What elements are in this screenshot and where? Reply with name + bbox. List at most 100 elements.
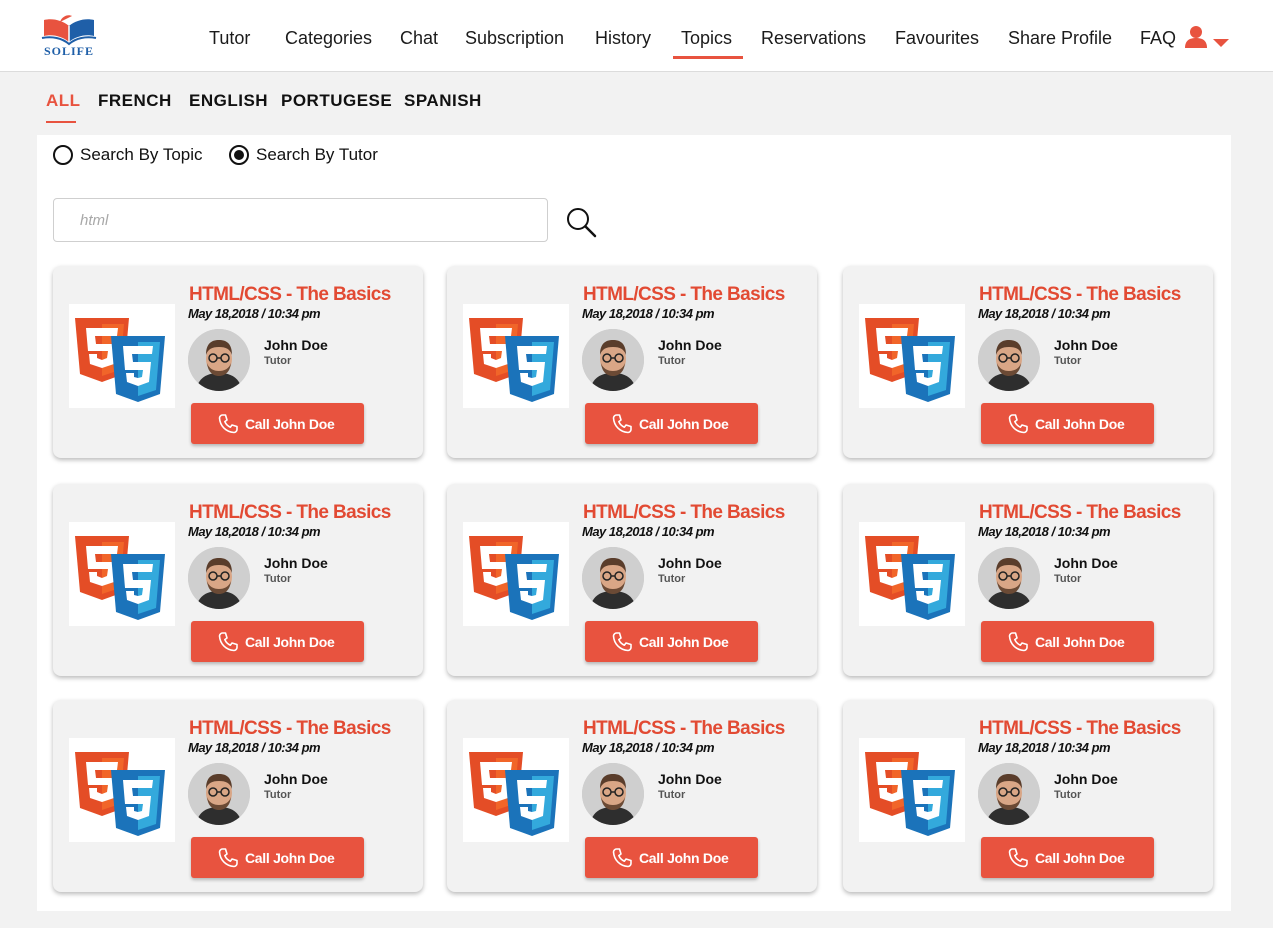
call-button-label: Call John Doe [245, 849, 335, 866]
tutor-avatar [582, 547, 644, 609]
tutor-role: Tutor [264, 573, 292, 585]
tutor-name: John Doe [1054, 337, 1118, 353]
html5-css3-icon [469, 318, 559, 402]
card-title[interactable]: HTML/CSS - The Basics [979, 502, 1181, 524]
topic-card: HTML/CSS - The Basics May 18,2018 / 10:3… [447, 484, 817, 676]
html5-css3-icon [865, 536, 955, 620]
search-button[interactable] [564, 205, 598, 239]
html5-css3-logo [69, 304, 175, 408]
tutor-name: John Doe [1054, 771, 1118, 787]
topic-card: HTML/CSS - The Basics May 18,2018 / 10:3… [53, 700, 423, 892]
html5-css3-logo [69, 738, 175, 842]
nav-history[interactable]: History [595, 28, 651, 49]
phone-icon [1008, 847, 1028, 867]
radio-label: Search By Tutor [256, 145, 378, 164]
call-tutor-button[interactable]: Call John Doe [191, 621, 364, 662]
html5-css3-logo [463, 522, 569, 626]
topic-card: HTML/CSS - The Basics May 18,2018 / 10:3… [53, 266, 423, 458]
topic-card: HTML/CSS - The Basics May 18,2018 / 10:3… [447, 700, 817, 892]
call-tutor-button[interactable]: Call John Doe [585, 837, 758, 878]
phone-icon [612, 413, 632, 433]
phone-icon [612, 631, 632, 651]
nav-faq[interactable]: FAQ [1140, 28, 1176, 49]
lang-tab-portugese[interactable]: PORTUGESE [281, 91, 392, 111]
tutor-name: John Doe [264, 337, 328, 353]
radio-button[interactable] [53, 145, 73, 165]
radio-search-by-topic[interactable]: Search By Topic [53, 145, 203, 165]
nav-categories[interactable]: Categories [285, 28, 372, 49]
call-tutor-button[interactable]: Call John Doe [981, 621, 1154, 662]
call-button-label: Call John Doe [639, 415, 729, 432]
call-button-label: Call John Doe [245, 415, 335, 432]
html5-css3-logo [463, 304, 569, 408]
search-input[interactable] [53, 198, 548, 242]
phone-icon [218, 631, 238, 651]
avatar-image [188, 763, 250, 825]
avatar-image [978, 547, 1040, 609]
lang-tab-all[interactable]: ALL [46, 91, 81, 111]
tutor-name: John Doe [264, 771, 328, 787]
call-tutor-button[interactable]: Call John Doe [585, 621, 758, 662]
call-tutor-button[interactable]: Call John Doe [191, 403, 364, 444]
user-menu[interactable] [1184, 24, 1230, 52]
tutor-avatar [188, 547, 250, 609]
html5-css3-icon [75, 318, 165, 402]
nav-topics[interactable]: Topics [681, 28, 732, 49]
card-title[interactable]: HTML/CSS - The Basics [189, 718, 391, 740]
call-button-label: Call John Doe [245, 633, 335, 650]
phone-icon [218, 847, 238, 867]
tutor-avatar [978, 547, 1040, 609]
card-title[interactable]: HTML/CSS - The Basics [583, 502, 785, 524]
html5-css3-icon [75, 752, 165, 836]
radio-search-by-tutor[interactable]: Search By Tutor [229, 145, 378, 165]
html5-css3-logo [69, 522, 175, 626]
html5-css3-icon [75, 536, 165, 620]
lang-tab-spanish[interactable]: SPANISH [404, 91, 482, 111]
topic-card: HTML/CSS - The Basics May 18,2018 / 10:3… [843, 266, 1213, 458]
tutor-avatar [188, 329, 250, 391]
card-title[interactable]: HTML/CSS - The Basics [189, 284, 391, 306]
card-date: May 18,2018 / 10:34 pm [582, 306, 715, 321]
avatar-image [978, 329, 1040, 391]
nav-reservations[interactable]: Reservations [761, 28, 866, 49]
call-tutor-button[interactable]: Call John Doe [981, 403, 1154, 444]
top-nav-bar: SOLIFE Tutor Categories Chat Subscriptio… [0, 0, 1273, 72]
lang-tab-french[interactable]: FRENCH [98, 91, 172, 111]
phone-icon [1008, 413, 1028, 433]
card-date: May 18,2018 / 10:34 pm [978, 740, 1111, 755]
nav-share-profile[interactable]: Share Profile [1008, 28, 1112, 49]
tutor-avatar [978, 763, 1040, 825]
solife-logo[interactable]: SOLIFE [38, 12, 100, 60]
card-title[interactable]: HTML/CSS - The Basics [189, 502, 391, 524]
card-date: May 18,2018 / 10:34 pm [582, 524, 715, 539]
user-icon [1185, 26, 1207, 48]
topic-card: HTML/CSS - The Basics May 18,2018 / 10:3… [843, 700, 1213, 892]
card-title[interactable]: HTML/CSS - The Basics [583, 718, 785, 740]
call-button-label: Call John Doe [1035, 415, 1125, 432]
tutor-avatar [582, 763, 644, 825]
call-tutor-button[interactable]: Call John Doe [981, 837, 1154, 878]
card-date: May 18,2018 / 10:34 pm [582, 740, 715, 755]
card-title[interactable]: HTML/CSS - The Basics [979, 284, 1181, 306]
nav-tutor[interactable]: Tutor [209, 28, 250, 49]
tutor-name: John Doe [658, 771, 722, 787]
card-title[interactable]: HTML/CSS - The Basics [979, 718, 1181, 740]
nav-favourites[interactable]: Favourites [895, 28, 979, 49]
call-tutor-button[interactable]: Call John Doe [191, 837, 364, 878]
html5-css3-logo [859, 738, 965, 842]
logo-text: SOLIFE [43, 44, 94, 58]
open-book-icon [41, 15, 97, 46]
nav-chat[interactable]: Chat [400, 28, 438, 49]
html5-css3-logo [463, 738, 569, 842]
phone-icon [218, 413, 238, 433]
radio-button-checked[interactable] [229, 145, 249, 165]
tutor-role: Tutor [1054, 355, 1082, 367]
tutor-avatar [978, 329, 1040, 391]
call-tutor-button[interactable]: Call John Doe [585, 403, 758, 444]
nav-subscription[interactable]: Subscription [465, 28, 564, 49]
html5-css3-icon [469, 752, 559, 836]
lang-tab-english[interactable]: ENGLISH [189, 91, 268, 111]
card-title[interactable]: HTML/CSS - The Basics [583, 284, 785, 306]
call-button-label: Call John Doe [639, 849, 729, 866]
tutor-role: Tutor [658, 355, 686, 367]
